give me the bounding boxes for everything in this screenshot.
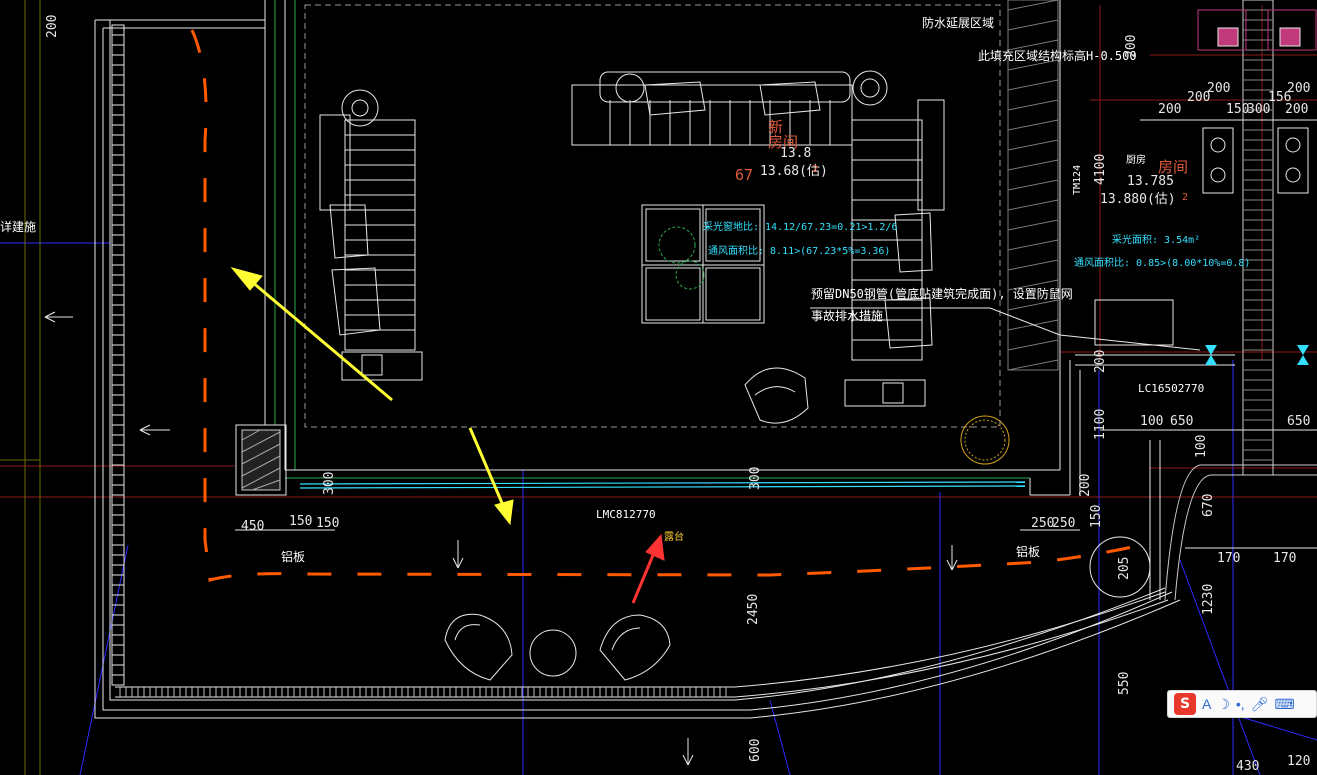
left-pillar: [235, 424, 287, 496]
plant-pot: [960, 415, 1010, 465]
far-right-column: [1242, 0, 1274, 476]
vent-ratio-right: 通风面积比: 0.85>(8.00*10%=0.8): [1074, 257, 1250, 269]
dim-4100: 4100: [1093, 154, 1108, 185]
dim-200-top: 200: [45, 15, 60, 38]
room-walls: [264, 0, 1071, 496]
text-labels: 防水延展区域 此填充区域结构标高H-0.500 详建施 新 房间 13.8 13…: [0, 15, 1310, 774]
fill-zone-label: 此填充区域结构标高H-0.500: [978, 48, 1137, 63]
dim-2450: 2450: [746, 594, 761, 625]
dim-200-r1: 200: [1207, 81, 1230, 96]
sogou-logo-icon[interactable]: S: [1174, 693, 1196, 715]
red-arrow: [631, 533, 665, 604]
armchair: [744, 367, 809, 424]
pipe-note-1: 预留DN50钢管(管底贴建筑完成面), 设置防鼠网: [811, 286, 1073, 301]
balcony-label: 露台: [664, 530, 684, 543]
room-area-unit: 2: [812, 164, 818, 175]
guide-lines: [0, 0, 41, 775]
dim-120: 120: [1287, 754, 1310, 769]
dim-650a: 650: [1170, 414, 1193, 429]
dim-200-r4: 200: [1287, 81, 1310, 96]
ime-toolbar[interactable]: S A ☽ •, 🎤︎ ⌨: [1167, 690, 1317, 718]
left-railing: [111, 24, 125, 686]
dim-100: 100: [1140, 414, 1163, 429]
vent-ratio: 通风面积比: 8.11>(67.23*5%=3.36): [708, 245, 890, 257]
red-grid-lines: [0, 5, 1317, 498]
microphone-icon[interactable]: 🎤︎: [1251, 696, 1269, 713]
sofa-left: [319, 89, 423, 381]
pipe-note-2: 事故排水措施: [811, 308, 883, 323]
room-area-a: 13.8: [780, 146, 811, 161]
dim-150b: 150: [289, 514, 312, 529]
dim-300v2: 300: [748, 467, 763, 490]
room-right-unit: 2: [1182, 192, 1188, 203]
moon-icon[interactable]: ☽: [1217, 696, 1230, 713]
left-edge-text: 详建施: [0, 219, 36, 234]
bottom-railing: [115, 591, 1169, 698]
bottom-railing-hatch: [119, 687, 727, 697]
aluminum-right: 铝板: [1016, 544, 1040, 559]
light-ratio: 采光窗地比: 14.12/67.23=0.21>1.2/6: [703, 220, 898, 233]
balcony-outer-wall: [94, 19, 1181, 719]
dim-670: 670: [1201, 494, 1216, 517]
waterproof-zone-label: 防水延展区域: [922, 15, 994, 30]
sofa-top: [571, 70, 888, 146]
dim-200v-upper: 200: [1093, 350, 1108, 373]
dim-430: 430: [1236, 759, 1259, 774]
keyboard-icon[interactable]: ⌨: [1274, 696, 1294, 713]
dim-170b: 170: [1273, 551, 1296, 566]
dim-300v: 300: [322, 472, 337, 495]
cad-drawing-canvas[interactable]: 防水延展区域 此填充区域结构标高H-0.500 详建施 新 房间 13.8 13…: [0, 0, 1317, 775]
dim-650b: 650: [1287, 414, 1310, 429]
dim-1230: 1230: [1201, 584, 1216, 615]
ime-mode-letter[interactable]: A: [1202, 696, 1211, 712]
door-code-right: LC16502770: [1138, 382, 1204, 395]
window-line: [299, 481, 1026, 489]
room-area-c: 67: [735, 166, 753, 184]
dim-200-r5: 200: [1285, 102, 1308, 117]
dim-300a: 300: [1247, 102, 1270, 117]
dim-600: 600: [748, 739, 763, 762]
tm-label: TM124: [1072, 165, 1083, 195]
dim-200v: 200: [1078, 474, 1093, 497]
dim-250b: 250: [1052, 516, 1075, 531]
punctuation-icon[interactable]: •,: [1236, 696, 1245, 712]
dim-150v: 150: [1089, 505, 1104, 528]
dim-200-r2: 200: [1158, 102, 1181, 117]
dim-1100: 1100: [1093, 409, 1108, 440]
dim-150: 150: [1226, 102, 1249, 117]
dim-170a: 170: [1217, 551, 1240, 566]
balcony-furniture: [444, 613, 671, 681]
aluminum-left: 铝板: [281, 549, 305, 564]
room-dashed-boundary: [304, 4, 1001, 428]
dim-150c: 150: [316, 516, 339, 531]
dim-100v: 100: [1194, 435, 1209, 458]
dim-205: 205: [1117, 557, 1132, 580]
room-right-area-a: 13.785: [1127, 174, 1174, 189]
dim-250: 250: [1031, 516, 1054, 531]
dim-200-r3: 200: [1187, 90, 1210, 105]
dim-450: 450: [241, 519, 264, 534]
light-area-right: 采光面积: 3.54m²: [1112, 233, 1200, 246]
room-right-sub: 厨房: [1126, 153, 1146, 166]
door-code-main: LMC812770: [596, 508, 656, 521]
dim-550: 550: [1117, 672, 1132, 695]
room-right-area-b: 13.880(估): [1100, 192, 1176, 207]
dim-200-v: 200: [1124, 35, 1139, 58]
